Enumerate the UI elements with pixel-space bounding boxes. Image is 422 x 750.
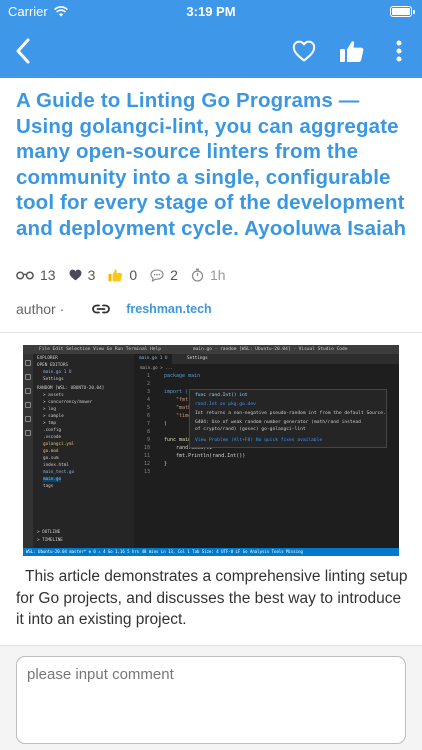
- popup-line: Int returns a non-negative pseudo-random…: [195, 411, 386, 416]
- vscode-tabs: main.go 1 U Settings: [134, 354, 399, 364]
- vscode-menu: File Edit Selection View Go Run Terminal…: [39, 347, 161, 352]
- more-options-button[interactable]: [386, 24, 412, 78]
- vscode-tab: Settings: [187, 356, 208, 361]
- likes-stat: 3: [69, 267, 96, 283]
- popup-line: rand.Int on pkg.go.dev: [195, 402, 256, 407]
- explorer-row: > OUTLINE: [37, 530, 61, 535]
- back-button[interactable]: [6, 24, 40, 78]
- vscode-statusbar: WSL: Ubuntu-20.04 master* ⊗ 0 ⚠ 4 Go 1.1…: [23, 548, 399, 556]
- explorer-row: OPEN EDITORS: [37, 363, 69, 368]
- vscode-explorer: EXPLORER OPEN EDITORS main.go 1 U Settin…: [33, 354, 134, 548]
- explorer-row: tags: [43, 484, 54, 489]
- time-stat: 1h: [191, 267, 226, 283]
- favorite-button[interactable]: [288, 24, 320, 78]
- vscode-breadcrumb: main.go > ...: [140, 365, 173, 370]
- thumbs-up-icon: [108, 269, 123, 282]
- time-ago: 1h: [209, 267, 226, 283]
- vscode-hover-popup: func rand.Int() int rand.Int on pkg.go.d…: [189, 389, 387, 448]
- explorer-row: golangci.yml: [43, 442, 75, 447]
- explorer-row: .vscode: [43, 435, 62, 440]
- heart-outline-icon: [292, 40, 316, 62]
- explorer-row: .config: [43, 428, 62, 433]
- comments-stat: 2: [150, 267, 178, 283]
- chevron-left-icon: [16, 38, 30, 64]
- comments-count: 2: [170, 267, 178, 283]
- comment-input[interactable]: [16, 656, 406, 744]
- popup-line: View Problem (Alt+F8) No quick fixes ava…: [195, 438, 323, 443]
- explorer-row: index.html: [43, 463, 69, 468]
- explorer-row: main_test.go: [43, 470, 75, 475]
- code-line: "fmt": [164, 397, 192, 403]
- popup-line: of crypto/rand) (gosec) go-golangci-lint: [195, 427, 306, 432]
- article-title[interactable]: A Guide to Linting Go Programs — Using g…: [16, 88, 410, 241]
- vscode-tab: main.go 1 U: [134, 354, 173, 364]
- likes-count: 3: [87, 267, 96, 283]
- vscode-window-title: main.go - random [WSL: Ubuntu-20.04] - V…: [193, 347, 348, 352]
- article-stats: 13 3 0 2 1h: [16, 265, 239, 285]
- vscode-menubar: File Edit Selection View Go Run Terminal…: [23, 345, 399, 354]
- explorer-row: > concurrency/mower: [43, 400, 93, 405]
- article-description: This article demonstrates a comprehensiv…: [16, 568, 408, 628]
- nav-bar: [0, 24, 422, 78]
- explorer-row: go.mod: [43, 449, 59, 454]
- vertical-dots-icon: [396, 40, 402, 62]
- code-line: ): [164, 421, 168, 427]
- thumbs-up-icon: [340, 41, 364, 62]
- source-link[interactable]: freshman.tech: [126, 302, 211, 316]
- vscode-activity-bar: [23, 354, 33, 548]
- author-label: author ·: [16, 301, 65, 317]
- article-meta: author · freshman.tech: [16, 299, 212, 319]
- explorer-row: Settings: [43, 377, 64, 382]
- heart-icon: [69, 269, 82, 281]
- like-button[interactable]: [336, 24, 368, 78]
- explorer-row: > TIMELINE: [37, 538, 63, 543]
- clock: 3:19 PM: [186, 4, 236, 19]
- explorer-row: > sample: [43, 414, 64, 419]
- explorer-row: > tmp: [43, 421, 56, 426]
- speech-bubble-icon: [150, 268, 164, 282]
- glasses-icon: [16, 271, 34, 280]
- popup-line: G404: Use of weak random number generato…: [195, 420, 361, 425]
- status-bar: Carrier 3:19 PM: [0, 0, 422, 24]
- explorer-row: RANDOM [WSL: UBUNTU-20.04]: [37, 386, 105, 391]
- stopwatch-icon: [191, 268, 204, 282]
- views-count: 13: [40, 267, 56, 283]
- code-line: }: [164, 461, 168, 467]
- explorer-row: main.go 1 U: [43, 370, 72, 375]
- thumbs-count: 0: [129, 267, 138, 283]
- article-image[interactable]: File Edit Selection View Go Run Terminal…: [23, 345, 399, 556]
- divider: [0, 332, 422, 333]
- explorer-row: > assets: [43, 393, 64, 398]
- battery-icon: [390, 6, 415, 17]
- code-line: import (: [164, 389, 189, 395]
- popup-line: func rand.Int() int: [195, 393, 248, 398]
- code-line: fmt.Println(rand.Int()): [164, 453, 246, 459]
- code-line: package main: [164, 373, 201, 379]
- views-stat: 13: [16, 267, 56, 283]
- thumbs-stat: 0: [108, 267, 137, 283]
- explorer-row: > log: [43, 407, 56, 412]
- explorer-row: go.sum: [43, 456, 59, 461]
- explorer-row: main.go: [43, 477, 62, 482]
- link-icon: [92, 304, 111, 314]
- explorer-row: EXPLORER: [37, 356, 58, 361]
